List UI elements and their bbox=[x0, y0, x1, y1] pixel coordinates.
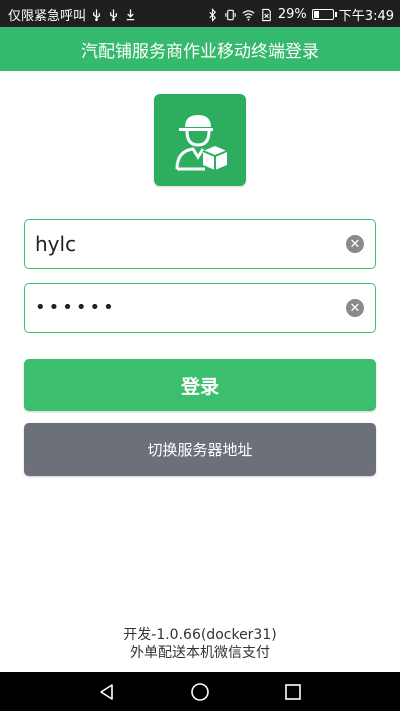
network-status-text: 仅限紧急呼叫 bbox=[8, 9, 87, 24]
clock: 下午3:49 bbox=[338, 9, 394, 24]
battery-percent: 29% bbox=[277, 7, 307, 22]
footer-note: 外单配送本机微信支付 bbox=[130, 645, 270, 661]
login-button-label: 登录 bbox=[180, 375, 219, 398]
switch-server-button[interactable]: 切换服务器地址 bbox=[24, 423, 376, 476]
password-field[interactable]: ✕ bbox=[24, 283, 376, 333]
no-sim-icon bbox=[260, 8, 273, 22]
version-text: 开发-1.0.66(docker31) bbox=[123, 627, 277, 643]
clear-icon[interactable]: ✕ bbox=[346, 235, 364, 253]
page-title: 汽配铺服务商作业移动终端登录 bbox=[81, 41, 319, 62]
vibrate-icon bbox=[224, 8, 237, 22]
recents-icon[interactable] bbox=[282, 681, 304, 703]
home-icon[interactable] bbox=[189, 681, 211, 703]
wifi-icon bbox=[242, 8, 255, 22]
delivery-person-icon bbox=[175, 115, 228, 171]
status-bar: 仅限紧急呼叫 29% 下午3:49 bbox=[0, 0, 400, 27]
navigation-bar bbox=[0, 672, 400, 711]
status-left: 仅限紧急呼叫 bbox=[8, 5, 137, 24]
bluetooth-icon bbox=[206, 7, 219, 22]
switch-server-button-label: 切换服务器地址 bbox=[147, 441, 253, 459]
app-logo bbox=[154, 94, 246, 186]
usb-icon bbox=[107, 8, 120, 22]
app-header: 汽配铺服务商作业移动终端登录 bbox=[0, 27, 400, 71]
login-button[interactable]: 登录 bbox=[24, 359, 376, 411]
clear-icon[interactable]: ✕ bbox=[346, 299, 364, 317]
username-input[interactable] bbox=[35, 220, 335, 267]
back-icon[interactable] bbox=[96, 681, 118, 703]
battery-icon bbox=[311, 9, 337, 20]
username-field[interactable]: ✕ bbox=[24, 219, 376, 269]
status-right: 29% 下午3:49 bbox=[206, 5, 394, 24]
password-input[interactable] bbox=[35, 284, 335, 331]
usb-icon bbox=[90, 8, 103, 22]
download-icon bbox=[124, 8, 137, 22]
login-screen: 仅限紧急呼叫 29% 下午3:49 汽配铺服务商作业移动终端登录 hylc ✕ … bbox=[0, 0, 400, 711]
